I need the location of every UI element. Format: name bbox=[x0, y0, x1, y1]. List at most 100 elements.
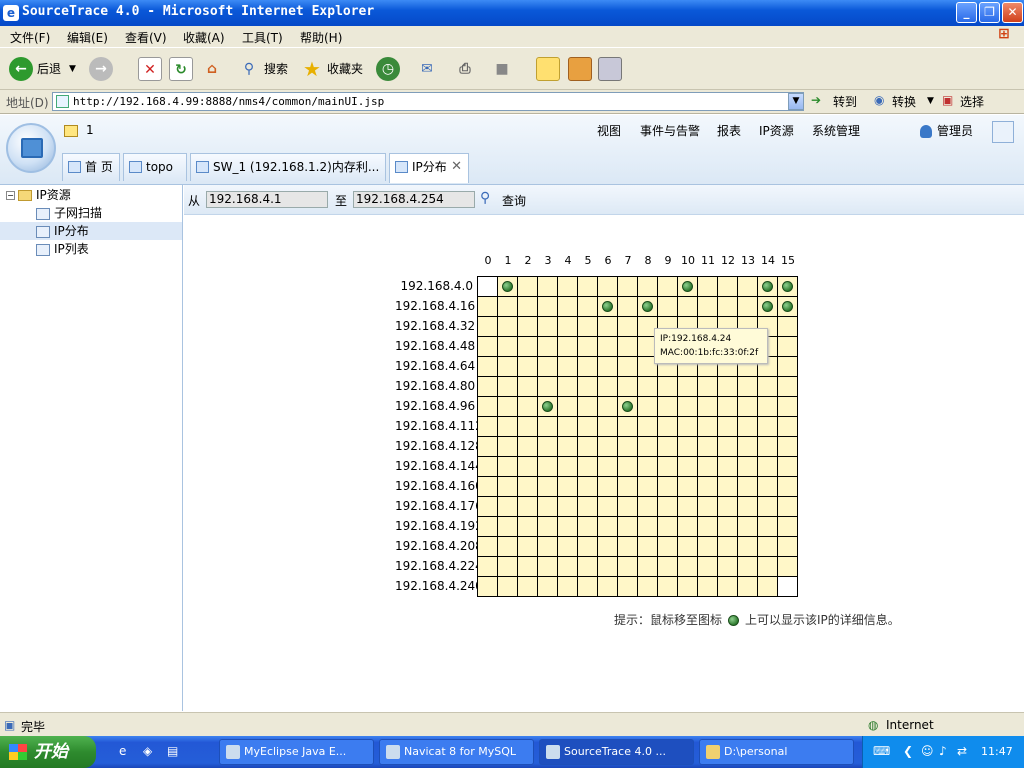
ip-cell[interactable] bbox=[498, 377, 518, 397]
ip-cell[interactable] bbox=[538, 437, 558, 457]
ip-cell[interactable] bbox=[718, 517, 738, 537]
ip-cell[interactable] bbox=[778, 277, 798, 297]
ie-quicklaunch-icon[interactable]: e bbox=[119, 744, 126, 758]
ip-cell[interactable] bbox=[778, 437, 798, 457]
active-ip-icon[interactable] bbox=[782, 301, 793, 312]
ip-cell[interactable] bbox=[478, 297, 498, 317]
address-input[interactable]: http://192.168.4.99:8888/nms4/common/mai… bbox=[52, 92, 804, 111]
ip-cell[interactable] bbox=[498, 337, 518, 357]
ip-cell[interactable] bbox=[538, 457, 558, 477]
nav-system-management[interactable]: 系统管理 bbox=[812, 122, 860, 139]
volume-icon[interactable]: ♪ bbox=[939, 744, 947, 758]
ip-cell[interactable] bbox=[478, 337, 498, 357]
ip-cell[interactable] bbox=[638, 577, 658, 597]
ip-cell[interactable] bbox=[598, 337, 618, 357]
ip-cell[interactable] bbox=[658, 557, 678, 577]
ip-cell[interactable] bbox=[598, 297, 618, 317]
ip-cell[interactable] bbox=[778, 417, 798, 437]
ip-cell[interactable] bbox=[498, 497, 518, 517]
ip-cell[interactable] bbox=[538, 577, 558, 597]
convert-icon[interactable]: ◉ bbox=[874, 93, 884, 107]
nav-view[interactable]: 视图 bbox=[597, 122, 621, 139]
history-icon[interactable]: ◷ bbox=[376, 57, 400, 81]
ip-cell[interactable] bbox=[738, 557, 758, 577]
favorites-star-icon[interactable]: ★ bbox=[300, 57, 324, 81]
ip-cell[interactable] bbox=[538, 337, 558, 357]
tree-item-ip-distribution[interactable]: IP分布 bbox=[0, 222, 182, 240]
to-ip-input[interactable]: 192.168.4.254 bbox=[353, 191, 475, 208]
ip-cell[interactable] bbox=[598, 317, 618, 337]
go-button[interactable]: 转到 bbox=[833, 93, 857, 110]
ip-cell[interactable] bbox=[598, 357, 618, 377]
ip-cell[interactable] bbox=[478, 277, 498, 297]
ip-cell[interactable] bbox=[718, 577, 738, 597]
ip-cell[interactable] bbox=[618, 437, 638, 457]
ip-cell[interactable] bbox=[658, 517, 678, 537]
ip-cell[interactable] bbox=[498, 437, 518, 457]
ip-cell[interactable] bbox=[538, 497, 558, 517]
ip-cell[interactable] bbox=[718, 417, 738, 437]
ip-cell[interactable] bbox=[578, 477, 598, 497]
ip-cell[interactable] bbox=[778, 497, 798, 517]
ip-cell[interactable] bbox=[678, 417, 698, 437]
ip-cell[interactable] bbox=[538, 417, 558, 437]
ip-cell[interactable] bbox=[558, 277, 578, 297]
ip-cell[interactable] bbox=[578, 397, 598, 417]
ip-cell[interactable] bbox=[678, 457, 698, 477]
ip-cell[interactable] bbox=[718, 437, 738, 457]
ip-cell[interactable] bbox=[738, 497, 758, 517]
ip-cell[interactable] bbox=[538, 397, 558, 417]
ip-cell[interactable] bbox=[718, 497, 738, 517]
ip-cell[interactable] bbox=[598, 537, 618, 557]
ip-cell[interactable] bbox=[758, 397, 778, 417]
ip-cell[interactable] bbox=[698, 577, 718, 597]
ip-cell[interactable] bbox=[658, 277, 678, 297]
ip-cell[interactable] bbox=[598, 397, 618, 417]
ip-cell[interactable] bbox=[778, 297, 798, 317]
tray-expand-icon[interactable]: ❮ bbox=[903, 744, 913, 758]
ip-cell[interactable] bbox=[698, 397, 718, 417]
ip-cell[interactable] bbox=[698, 497, 718, 517]
ip-cell[interactable] bbox=[578, 317, 598, 337]
nav-ip-resources[interactable]: IP资源 bbox=[759, 122, 794, 139]
ip-cell[interactable] bbox=[738, 377, 758, 397]
ip-cell[interactable] bbox=[578, 457, 598, 477]
back-button[interactable]: 后退 bbox=[37, 56, 61, 82]
ip-cell[interactable] bbox=[638, 497, 658, 517]
ip-cell[interactable] bbox=[498, 557, 518, 577]
home-icon[interactable]: ⌂ bbox=[200, 57, 224, 81]
ip-cell[interactable] bbox=[738, 537, 758, 557]
active-ip-icon[interactable] bbox=[542, 401, 553, 412]
explorer-quicklaunch-icon[interactable]: ◈ bbox=[143, 744, 152, 758]
ip-cell[interactable] bbox=[578, 297, 598, 317]
ip-cell[interactable] bbox=[518, 317, 538, 337]
stop-icon[interactable]: ✕ bbox=[138, 57, 162, 81]
ip-cell[interactable] bbox=[778, 397, 798, 417]
convert-dropdown-icon[interactable]: ▼ bbox=[927, 96, 934, 106]
ip-cell[interactable] bbox=[778, 557, 798, 577]
nav-reports[interactable]: 报表 bbox=[717, 122, 741, 139]
ip-cell[interactable] bbox=[498, 357, 518, 377]
ip-cell[interactable] bbox=[698, 377, 718, 397]
ip-cell[interactable] bbox=[578, 517, 598, 537]
active-ip-icon[interactable] bbox=[682, 281, 693, 292]
ip-cell[interactable] bbox=[558, 437, 578, 457]
ip-cell[interactable] bbox=[658, 417, 678, 437]
ip-cell[interactable] bbox=[518, 397, 538, 417]
ip-cell[interactable] bbox=[498, 537, 518, 557]
minimize-button[interactable]: _ bbox=[956, 2, 977, 23]
ip-cell[interactable] bbox=[778, 377, 798, 397]
active-ip-icon[interactable] bbox=[602, 301, 613, 312]
ip-cell[interactable] bbox=[738, 297, 758, 317]
tab-ip-distribution[interactable]: IP分布 ✕ bbox=[389, 153, 469, 183]
ip-cell[interactable] bbox=[478, 497, 498, 517]
ip-cell[interactable] bbox=[638, 437, 658, 457]
ip-cell[interactable] bbox=[758, 517, 778, 537]
ip-cell[interactable] bbox=[718, 457, 738, 477]
ip-cell[interactable] bbox=[558, 297, 578, 317]
ip-cell[interactable] bbox=[598, 477, 618, 497]
ip-cell[interactable] bbox=[658, 497, 678, 517]
ip-cell[interactable] bbox=[718, 397, 738, 417]
ip-cell[interactable] bbox=[678, 557, 698, 577]
ip-cell[interactable] bbox=[658, 537, 678, 557]
